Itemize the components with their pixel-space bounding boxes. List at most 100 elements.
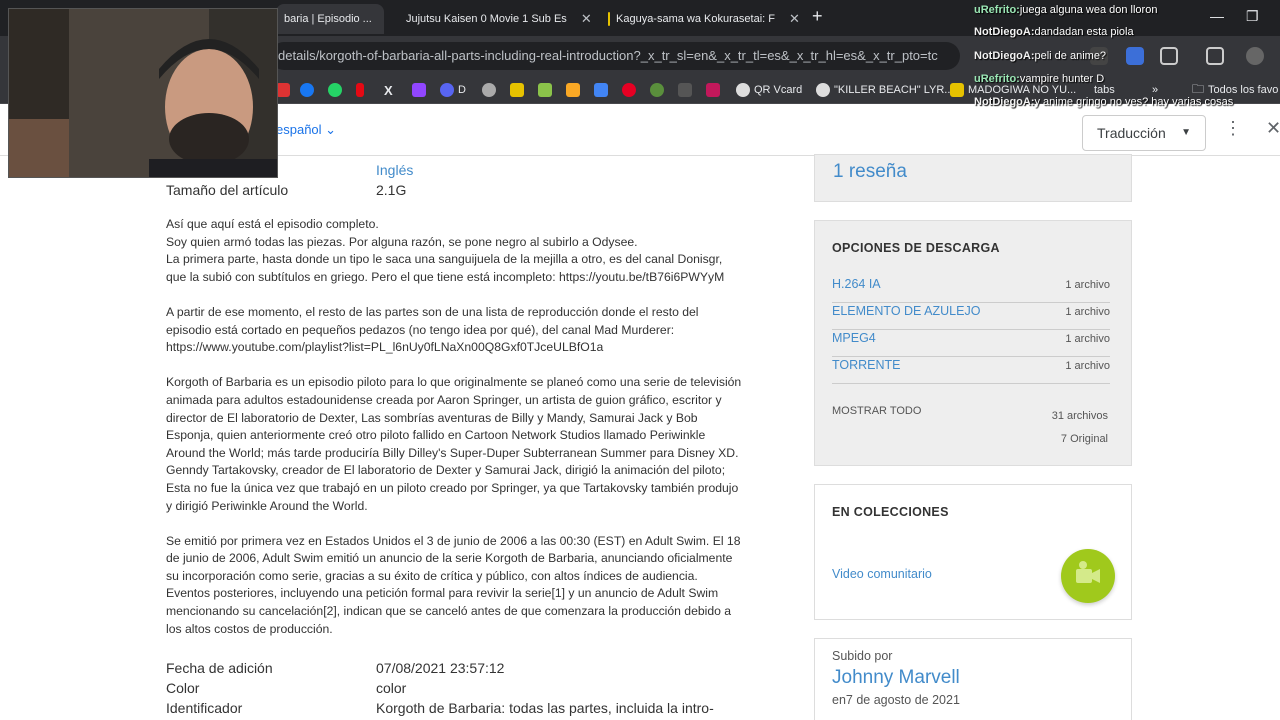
facebook-icon[interactable] xyxy=(300,81,314,99)
tab-title: Jujutsu Kaisen 0 Movie 1 Sub Es xyxy=(406,13,567,25)
download-options-card: OPCIONES DE DESCARGA H.264 IA 1 archivo … xyxy=(814,220,1132,466)
description-line: de junio de 2006, Adult Swim emitió un a… xyxy=(166,551,733,566)
bookmark-music[interactable] xyxy=(706,81,720,99)
language-tab[interactable]: español ⌄ xyxy=(276,122,336,138)
tab-kaguya[interactable]: Kaguya-sama wa Kokurasetai: F ✕ xyxy=(600,4,800,34)
github-icon[interactable] xyxy=(482,81,496,99)
uploader-link[interactable]: Johnny Marvell xyxy=(832,667,960,689)
meta-key: Color xyxy=(166,680,200,696)
download-link[interactable]: H.264 IA xyxy=(832,277,881,291)
chat-message: uRefrito:vampire hunter D xyxy=(974,73,1104,85)
description-line: A partir de ese momento, el resto de las… xyxy=(166,304,699,319)
tab-title: Kaguya-sama wa Kokurasetai: F xyxy=(616,13,775,25)
download-link[interactable]: TORRENTE xyxy=(832,358,901,372)
x-icon[interactable]: X xyxy=(384,81,393,99)
item-description: Así que aquí está el episodio completo. … xyxy=(166,216,756,656)
description-line: Soy quien armó todas las piezas. Por alg… xyxy=(166,234,638,249)
description-line: Around the World; más tarde produciría B… xyxy=(166,445,739,460)
description-line: Eventos posteriores, incluyendo una peti… xyxy=(166,586,719,601)
show-all-link[interactable]: MOSTRAR TODO xyxy=(832,405,921,417)
description-line: Genndy Tartakovsky, creador de El labora… xyxy=(166,463,726,478)
bookmark-qr-vcard[interactable]: QR Vcard xyxy=(736,81,802,99)
netflix-icon[interactable] xyxy=(356,81,364,99)
bookmark-green[interactable] xyxy=(538,81,552,99)
chat-text: peli de anime? xyxy=(1034,50,1107,62)
file-count: 1 archivo xyxy=(1065,306,1110,318)
bookmark-label: D xyxy=(458,84,466,96)
reviews-link[interactable]: 1 reseña xyxy=(833,161,907,183)
collections-card: EN COLECCIONES Video comunitario xyxy=(814,484,1132,620)
description-line: Korgoth of Barbaria es un episodio pilot… xyxy=(166,375,742,390)
community-video-icon[interactable] xyxy=(1061,549,1115,603)
file-count: 1 archivo xyxy=(1065,333,1110,345)
collection-link[interactable]: Video comunitario xyxy=(832,567,932,581)
meta-key: Identificador xyxy=(166,700,243,716)
description-paragraph: Se emitió por primera vez en Estados Uni… xyxy=(166,533,756,639)
description-line: su incorporación como serie, gracias a s… xyxy=(166,568,698,583)
pinterest-icon[interactable] xyxy=(622,81,636,99)
bookmark-red[interactable] xyxy=(276,81,290,99)
description-paragraph: Así que aquí está el episodio completo. … xyxy=(166,216,756,286)
bookmark-dark[interactable] xyxy=(678,81,692,99)
chevron-down-icon: ⌄ xyxy=(325,122,337,137)
twitch-icon[interactable] xyxy=(412,81,426,99)
meta-value: Korgoth de Barbaria: todas las partes, i… xyxy=(376,700,714,716)
tab-title: baria | Episodio ... xyxy=(284,13,372,25)
bookmark-killer-beach[interactable]: "KILLER BEACH" LYR... xyxy=(816,81,953,99)
url-field[interactable]: details/korgoth-of-barbaria-all-parts-in… xyxy=(270,42,960,70)
meta-value: 07/08/2021 23:57:12 xyxy=(376,660,505,676)
description-line: Esta no fue la única vez que trabajó en … xyxy=(166,480,739,495)
chat-message: uRefrito:juega alguna wea don lloron xyxy=(974,4,1157,16)
tab-korgoth[interactable]: baria | Episodio ... ✕ xyxy=(276,4,384,34)
chat-text: juega alguna wea don lloron xyxy=(1019,4,1158,16)
description-line: los altos costos de producción. xyxy=(166,621,333,636)
description-line: animada para adultos estadounidense crea… xyxy=(166,392,722,407)
bookmark-globe[interactable] xyxy=(650,81,664,99)
collections-title: EN COLECCIONES xyxy=(832,505,949,519)
uploader-card: Subido por Johnny Marvell en7 de agosto … xyxy=(814,638,1132,720)
chat-username: NotDiegoA: xyxy=(974,96,1035,108)
whatsapp-icon[interactable] xyxy=(328,81,342,99)
chat-text: y anime gringo no ves? hay varias cosas xyxy=(1034,96,1234,108)
file-count: 1 archivo xyxy=(1065,360,1110,372)
chat-username: uRefrito: xyxy=(974,73,1020,85)
bookmark-yellow[interactable] xyxy=(510,81,524,99)
bookmark-stats[interactable] xyxy=(594,81,608,99)
original-files: 7 Original xyxy=(1060,433,1108,445)
description-paragraph: Korgoth of Barbaria es un episodio pilot… xyxy=(166,374,756,515)
description-line: director de El laboratorio de Dexter, La… xyxy=(166,410,698,425)
total-files: 31 archivos xyxy=(1051,410,1108,422)
chat-username: NotDiegoA: xyxy=(974,50,1035,62)
download-row: TORRENTE 1 archivo xyxy=(832,358,1110,384)
webcam-overlay xyxy=(8,8,278,178)
description-line: episodio está cortado en pequeños pedazo… xyxy=(166,322,675,337)
download-link[interactable]: MPEG4 xyxy=(832,331,876,345)
close-tab-icon[interactable]: ✕ xyxy=(789,11,800,27)
meta-key: Tamaño del artículo xyxy=(166,182,289,198)
description-line: Así que aquí está el episodio completo. xyxy=(166,217,379,231)
chat-username: uRefrito: xyxy=(974,4,1020,16)
description-line: La primera parte, hasta donde un tipo le… xyxy=(166,252,723,267)
tab-jujutsu[interactable]: Jujutsu Kaisen 0 Movie 1 Sub Es ✕ xyxy=(392,4,594,34)
bookmark-label: "KILLER BEACH" LYR... xyxy=(834,84,954,96)
uploaded-by-label: Subido por xyxy=(832,649,893,663)
download-row: ELEMENTO DE AZULEJO 1 archivo xyxy=(832,304,1110,330)
description-paragraph: A partir de ese momento, el resto de las… xyxy=(166,304,756,357)
new-tab-icon[interactable]: + xyxy=(812,6,823,27)
close-tab-icon[interactable]: ✕ xyxy=(581,11,592,27)
description-line: https://www.youtube.com/playlist?list=PL… xyxy=(166,340,604,355)
discord-icon[interactable]: D xyxy=(440,81,466,99)
file-count: 1 archivo xyxy=(1065,279,1110,291)
item-page: Inglés Tamaño del artículo 2.1G Así que … xyxy=(0,154,1280,720)
chat-message: NotDiegoA:y anime gringo no ves? hay var… xyxy=(974,96,1233,108)
bookmark-orange[interactable] xyxy=(566,81,580,99)
download-link[interactable]: ELEMENTO DE AZULEJO xyxy=(832,304,980,318)
bookmark-label: QR Vcard xyxy=(754,84,803,96)
language-link[interactable]: Inglés xyxy=(376,162,413,178)
chat-username: NotDiegoA: xyxy=(974,26,1035,38)
description-line: que la subió con subtítulos en griego. P… xyxy=(166,269,725,284)
meta-value: color xyxy=(376,680,407,696)
chat-text: dandadan esta piola xyxy=(1034,26,1134,38)
description-line: Esponja, quien anteriormente creó otro p… xyxy=(166,428,706,443)
chat-text: vampire hunter D xyxy=(1019,73,1105,85)
